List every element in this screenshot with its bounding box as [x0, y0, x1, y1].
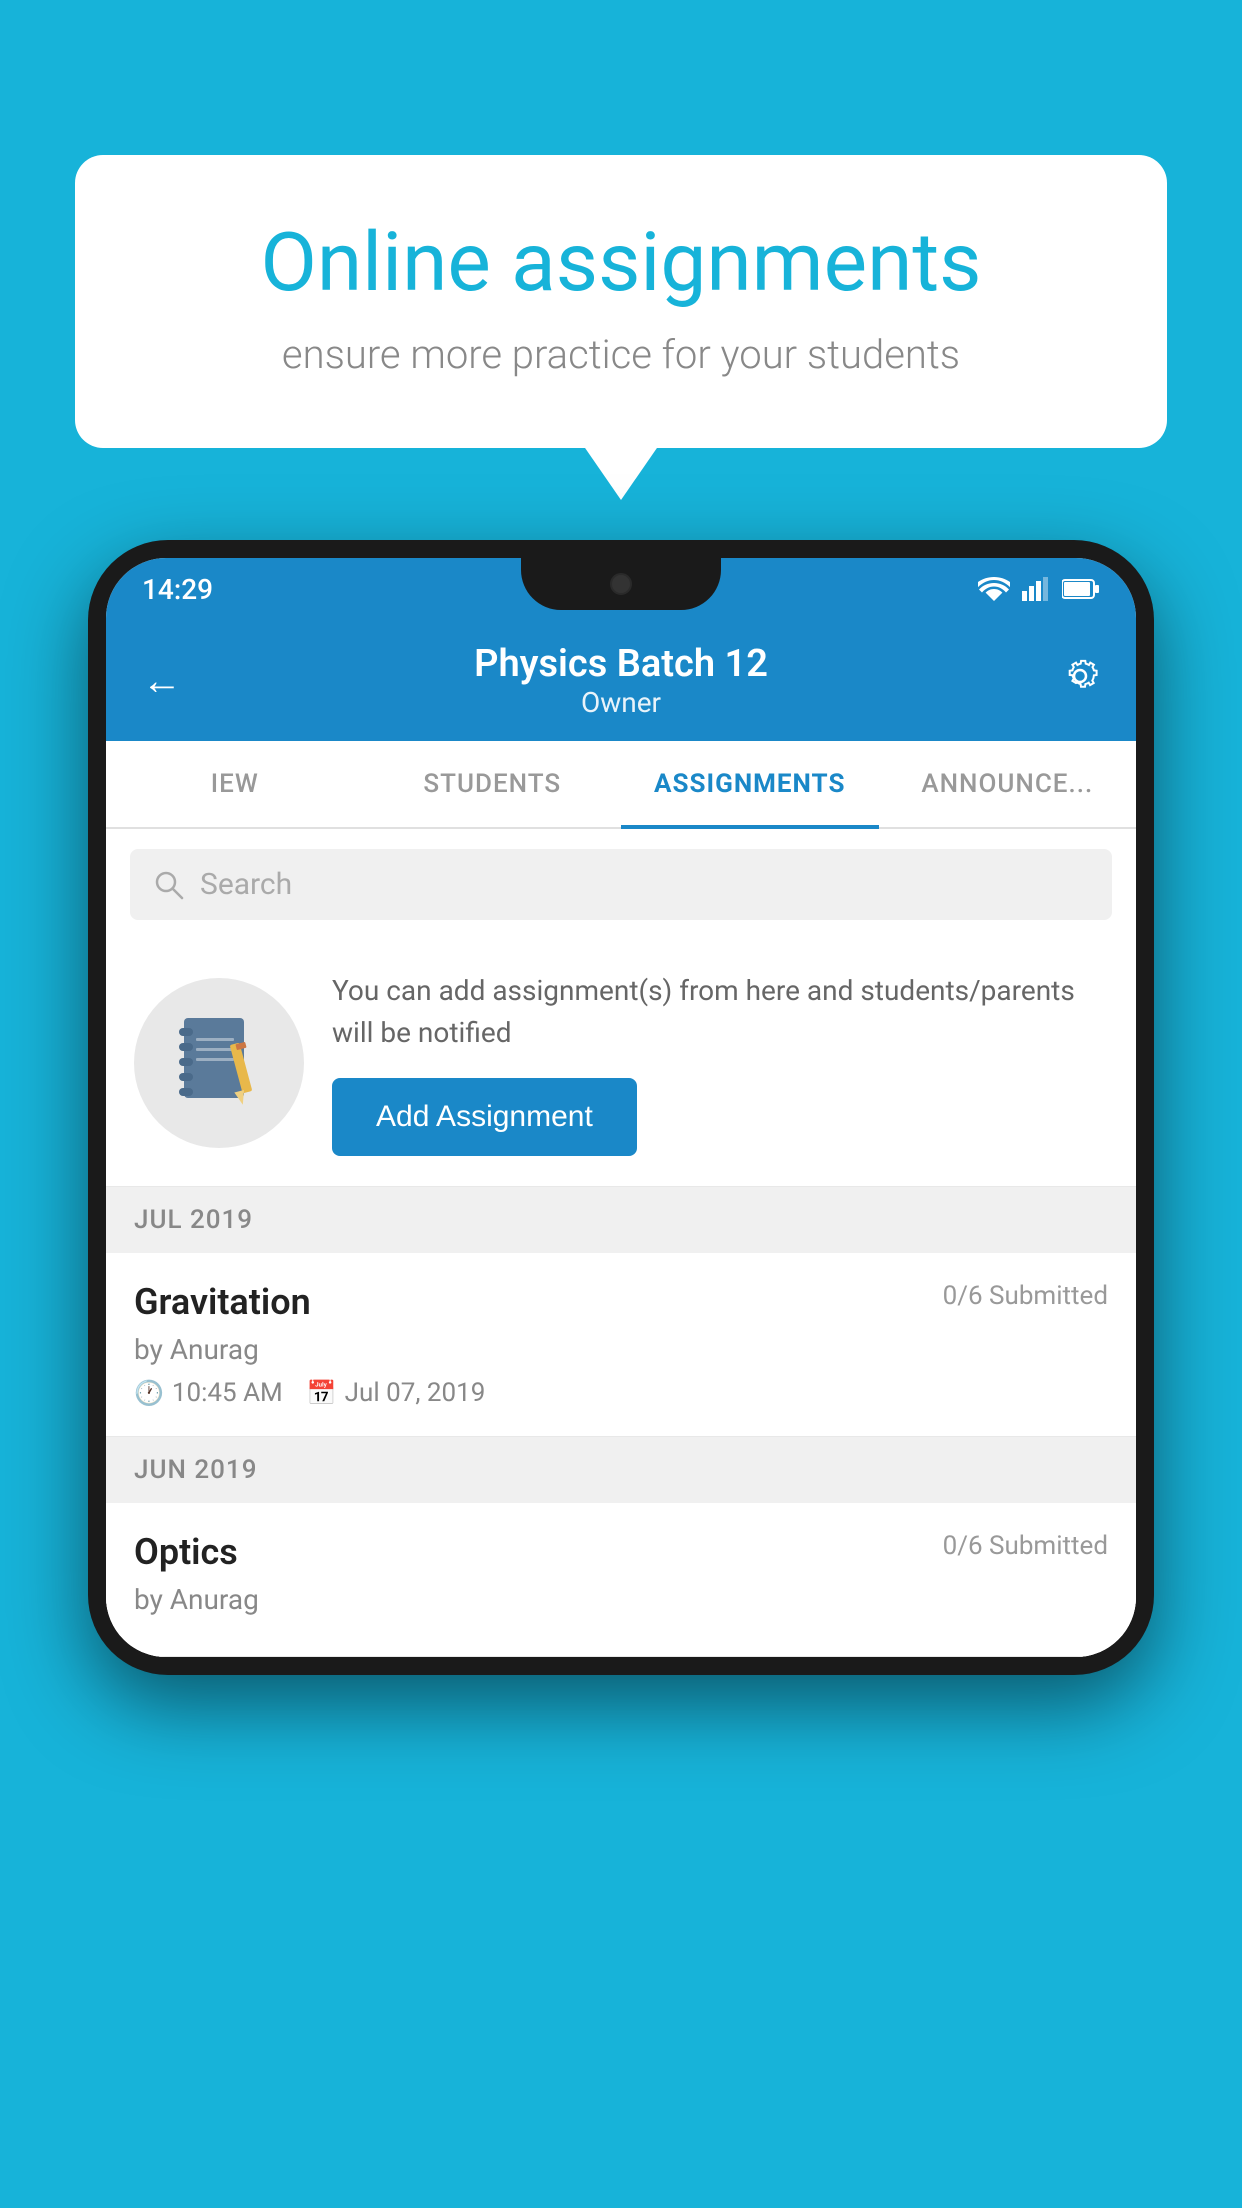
assignment-name-optics: Optics: [134, 1531, 238, 1573]
tab-assignments[interactable]: ASSIGNMENTS: [621, 741, 879, 827]
assignment-by: by Anurag: [134, 1333, 1108, 1366]
status-time: 14:29: [142, 573, 213, 606]
promo-icon-circle: [134, 978, 304, 1148]
section-header-jun: JUN 2019: [106, 1437, 1136, 1503]
header-title: Physics Batch 12: [474, 642, 768, 686]
signal-icon: [1022, 577, 1050, 601]
back-button[interactable]: ←: [142, 657, 182, 704]
app-header: ← Physics Batch 12 Owner: [106, 620, 1136, 741]
assignment-by-optics: by Anurag: [134, 1583, 1108, 1616]
promo-section: You can add assignment(s) from here and …: [106, 940, 1136, 1187]
promo-text: You can add assignment(s) from here and …: [332, 970, 1108, 1054]
assignment-submitted-optics: 0/6 Submitted: [943, 1531, 1108, 1561]
content-area: Search: [106, 829, 1136, 1657]
calendar-icon: 📅: [307, 1379, 337, 1407]
header-title-area: Physics Batch 12 Owner: [474, 642, 768, 719]
assignment-item-optics[interactable]: Optics 0/6 Submitted by Anurag: [106, 1503, 1136, 1657]
phone-wrapper: 14:29: [88, 540, 1154, 1675]
speech-bubble: Online assignments ensure more practice …: [75, 155, 1167, 448]
search-placeholder: Search: [200, 867, 292, 902]
search-bar: Search: [106, 829, 1136, 940]
tab-iew[interactable]: IEW: [106, 741, 364, 827]
assignment-item-gravitation[interactable]: Gravitation 0/6 Submitted by Anurag 🕐 10…: [106, 1253, 1136, 1437]
settings-button[interactable]: [1060, 656, 1100, 706]
section-header-jul: JUL 2019: [106, 1187, 1136, 1253]
wifi-icon: [978, 577, 1010, 601]
tabs-bar: IEW STUDENTS ASSIGNMENTS ANNOUNCE...: [106, 741, 1136, 829]
battery-icon: [1062, 578, 1100, 600]
phone-screen: 14:29: [106, 558, 1136, 1657]
promo-right: You can add assignment(s) from here and …: [332, 970, 1108, 1156]
assignment-submitted: 0/6 Submitted: [943, 1281, 1108, 1311]
status-icons: [978, 577, 1100, 601]
assignment-meta: 🕐 10:45 AM 📅 Jul 07, 2019: [134, 1378, 1108, 1408]
search-icon: [154, 870, 184, 900]
notch: [521, 558, 721, 610]
assignment-name: Gravitation: [134, 1281, 311, 1323]
status-bar: 14:29: [106, 558, 1136, 620]
add-assignment-button[interactable]: Add Assignment: [332, 1078, 637, 1156]
phone-frame: 14:29: [88, 540, 1154, 1675]
notebook-icon: [174, 1013, 264, 1113]
time-value: 10:45 AM: [172, 1378, 283, 1408]
search-input-wrap[interactable]: Search: [130, 849, 1112, 920]
camera-dot: [610, 573, 632, 595]
header-subtitle: Owner: [474, 686, 768, 719]
clock-icon: 🕐: [134, 1379, 164, 1407]
speech-bubble-area: Online assignments ensure more practice …: [75, 155, 1167, 448]
tab-announcements[interactable]: ANNOUNCE...: [879, 741, 1137, 827]
assignment-time: 🕐 10:45 AM: [134, 1378, 283, 1408]
bubble-subtitle: ensure more practice for your students: [145, 331, 1097, 378]
bubble-title: Online assignments: [145, 215, 1097, 311]
date-value: Jul 07, 2019: [345, 1378, 486, 1408]
assignment-top-row-optics: Optics 0/6 Submitted: [134, 1531, 1108, 1573]
tab-students[interactable]: STUDENTS: [364, 741, 622, 827]
assignment-date: 📅 Jul 07, 2019: [307, 1378, 486, 1408]
assignment-top-row: Gravitation 0/6 Submitted: [134, 1281, 1108, 1323]
